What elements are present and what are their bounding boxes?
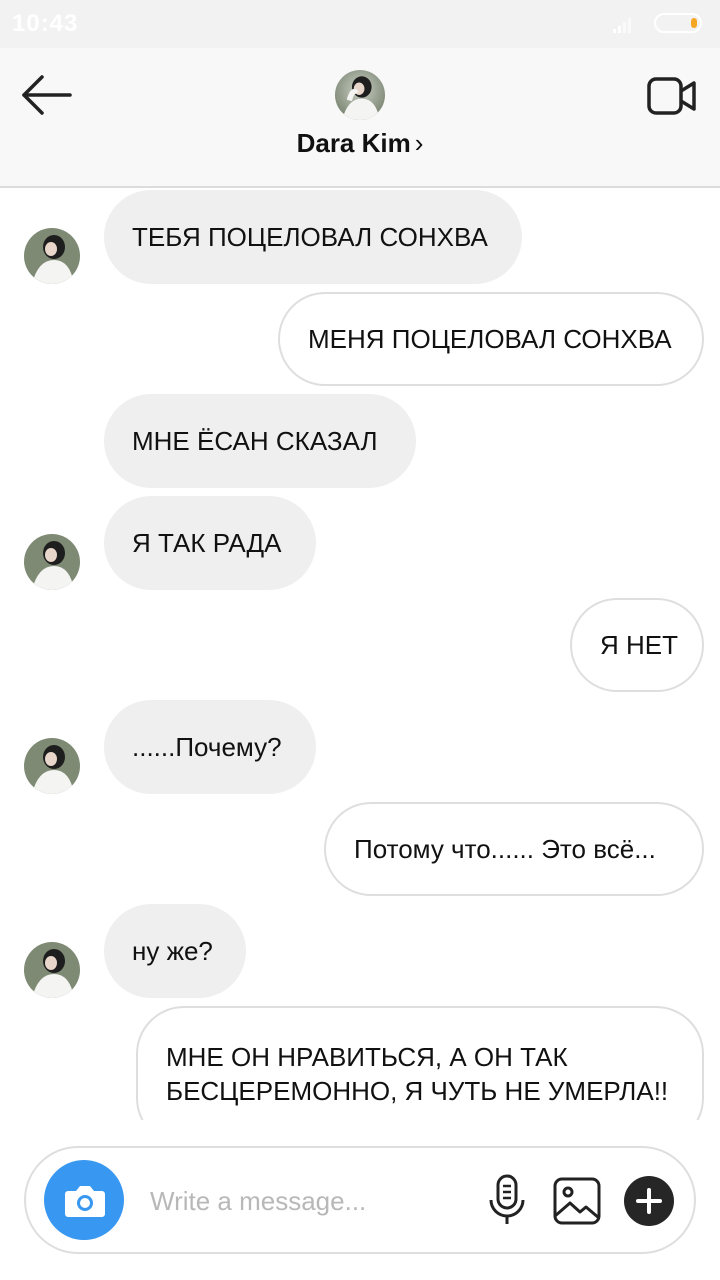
status-time: 10:43 [12, 10, 79, 37]
gallery-button[interactable] [552, 1176, 602, 1226]
sender-avatar[interactable] [24, 738, 80, 794]
message-text: МНЕ ЁСАН СКАЗАЛ [132, 426, 378, 456]
message-bubble-outgoing[interactable]: МЕНЯ ПОЦЕЛОВАЛ СОНХВА [278, 292, 704, 386]
message-bubble-outgoing[interactable]: Я НЕТ [570, 598, 704, 692]
gallery-icon [553, 1177, 601, 1225]
message-text: ТЕБЯ ПОЦЕЛОВАЛ СОНХВА [132, 222, 488, 252]
camera-icon [65, 1186, 105, 1217]
microphone-icon [489, 1174, 525, 1224]
video-call-button[interactable] [646, 74, 698, 118]
arrow-left-icon [22, 75, 72, 115]
more-button[interactable] [624, 1176, 674, 1226]
contact-avatar[interactable] [335, 70, 385, 120]
message-bubble-incoming[interactable]: МНЕ ЁСАН СКАЗАЛ [104, 394, 416, 488]
battery-icon [654, 13, 702, 33]
video-call-icon [647, 77, 696, 115]
message-bubble-outgoing[interactable]: МНЕ ОН НРАВИТЬСЯ, А ОН ТАК БЕСЦЕРЕМОННО,… [136, 1006, 704, 1120]
message-text: Потому что...... Это всё... [354, 834, 656, 864]
message-text: ......Почему? [132, 732, 282, 762]
sender-avatar[interactable] [24, 534, 80, 590]
camera-button[interactable] [44, 1160, 124, 1240]
message-bubble-incoming[interactable]: Я ТАК РАДА [104, 496, 316, 590]
message-composer [24, 1146, 696, 1254]
status-bar: 10:43 [0, 0, 720, 48]
message-text: Я НЕТ [600, 630, 678, 660]
microphone-button[interactable] [484, 1172, 530, 1228]
message-bubble-incoming[interactable]: ну же? [104, 904, 246, 998]
chevron-right-icon: › [414, 128, 424, 158]
contact-name[interactable]: Dara Kim › [0, 128, 720, 159]
message-thread[interactable]: ТЕБЯ ПОЦЕЛОВАЛ СОНХВА МЕНЯ ПОЦЕЛОВАЛ СОН… [0, 188, 720, 1120]
message-text: ну же? [132, 936, 213, 966]
message-text: Я ТАК РАДА [132, 528, 282, 558]
message-text: МНЕ ОН НРАВИТЬСЯ, А ОН ТАК БЕСЦЕРЕМОННО,… [166, 1042, 669, 1106]
chat-header: Dara Kim › [0, 48, 720, 188]
message-input[interactable] [148, 1178, 472, 1224]
contact-name-text: Dara Kim [296, 128, 411, 158]
signal-icon [612, 16, 634, 34]
message-bubble-incoming[interactable]: ......Почему? [104, 700, 316, 794]
back-button[interactable] [20, 70, 76, 120]
message-bubble-incoming[interactable]: ТЕБЯ ПОЦЕЛОВАЛ СОНХВА [104, 190, 522, 284]
message-bubble-outgoing[interactable]: Потому что...... Это всё... [324, 802, 704, 896]
sender-avatar[interactable] [24, 228, 80, 284]
message-text: МЕНЯ ПОЦЕЛОВАЛ СОНХВА [308, 324, 672, 354]
plus-icon [636, 1188, 662, 1214]
sender-avatar[interactable] [24, 942, 80, 998]
